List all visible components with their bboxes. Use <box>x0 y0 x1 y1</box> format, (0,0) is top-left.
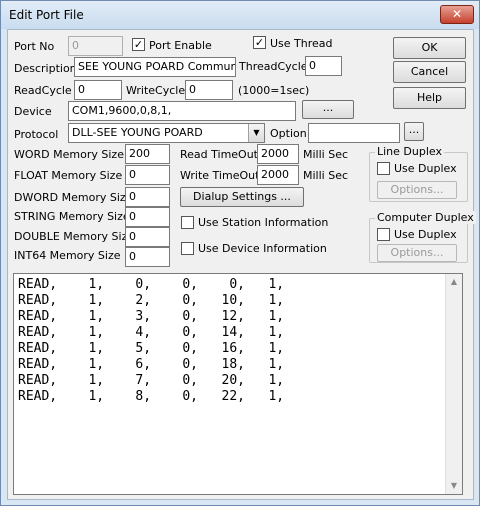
device-browse-button[interactable]: ... <box>302 100 354 119</box>
int64-memory-field[interactable]: 0 <box>125 247 170 267</box>
edit-port-file-dialog: Edit Port File ✕ Port No 0 ✓ Port Enable… <box>0 0 480 506</box>
protocol-combo[interactable]: DLL-SEE YOUNG POARD ▼ <box>68 123 265 143</box>
window-title: Edit Port File <box>9 8 84 22</box>
thread-cycle-label: ThreadCycle <box>239 60 308 73</box>
string-memory-label: STRING Memory Size <box>14 210 130 223</box>
help-button[interactable]: Help <box>393 87 466 109</box>
use-thread-checkbox[interactable]: ✓ <box>253 36 266 49</box>
use-thread-label: Use Thread <box>270 37 333 50</box>
port-no-field[interactable]: 0 <box>68 36 123 56</box>
line-duplex-checkbox[interactable] <box>377 162 390 175</box>
use-device-info-label: Use Device Information <box>198 242 327 255</box>
read-cycle-label: ReadCycle <box>14 84 72 97</box>
log-line: READ, 1, 0, 0, 0, 1, <box>18 277 285 292</box>
dialog-body: Port No 0 ✓ Port Enable ✓ Use Thread Des… <box>7 29 476 500</box>
computer-duplex-group: Computer Duplex Use Duplex Options... <box>369 211 476 263</box>
option-browse-button[interactable]: ... <box>404 122 424 141</box>
log-line: READ, 1, 7, 0, 20, 1, <box>18 373 285 388</box>
line-duplex-check-label: Use Duplex <box>394 162 457 175</box>
log-line: READ, 1, 3, 0, 12, 1, <box>18 309 285 324</box>
line-duplex-title: Line Duplex <box>375 145 444 158</box>
double-memory-label: DOUBLE Memory Size <box>14 230 135 243</box>
close-button[interactable]: ✕ <box>440 5 474 24</box>
chevron-down-icon[interactable]: ▼ <box>248 124 264 142</box>
description-label: Description <box>14 62 77 75</box>
read-timeout-unit: Milli Sec <box>303 148 349 161</box>
log-lines: READ, 1, 0, 0, 0, 1, READ, 1, 2, 0, 10, … <box>18 277 443 405</box>
read-timeout-label: Read TimeOut <box>180 148 258 161</box>
write-cycle-field[interactable]: 0 <box>185 80 233 100</box>
line-duplex-options-button[interactable]: Options... <box>377 181 457 199</box>
string-memory-field[interactable]: 0 <box>125 207 170 227</box>
write-timeout-field[interactable]: 2000 <box>257 165 299 185</box>
log-scrollbar[interactable]: ▲ ▼ <box>445 274 462 494</box>
port-enable-label: Port Enable <box>149 39 212 52</box>
read-timeout-field[interactable]: 2000 <box>257 144 299 164</box>
int64-memory-label: INT64 Memory Size <box>14 249 121 262</box>
protocol-value: DLL-SEE YOUNG POARD <box>72 126 203 139</box>
log-line: READ, 1, 5, 0, 16, 1, <box>18 341 285 356</box>
dword-memory-field[interactable]: 0 <box>125 187 170 207</box>
option-label: Option <box>270 127 307 140</box>
scroll-down-icon[interactable]: ▼ <box>446 478 462 494</box>
protocol-label: Protocol <box>14 128 59 141</box>
title-bar: Edit Port File ✕ <box>1 1 479 29</box>
thread-cycle-field[interactable]: 0 <box>305 56 342 76</box>
write-timeout-unit: Milli Sec <box>303 169 349 182</box>
use-station-info-checkbox[interactable] <box>181 216 194 229</box>
cycle-note: (1000=1sec) <box>238 84 310 97</box>
option-field[interactable] <box>308 123 400 143</box>
command-log-textarea[interactable]: READ, 1, 0, 0, 0, 1, READ, 1, 2, 0, 10, … <box>13 273 463 495</box>
log-line: READ, 1, 2, 0, 10, 1, <box>18 293 285 308</box>
word-memory-label: WORD Memory Size <box>14 148 124 161</box>
read-cycle-field[interactable]: 0 <box>74 80 122 100</box>
computer-duplex-check-label: Use Duplex <box>394 228 457 241</box>
use-device-info-checkbox[interactable] <box>181 242 194 255</box>
port-no-label: Port No <box>14 40 55 53</box>
write-timeout-label: Write TimeOut <box>180 169 260 182</box>
dialup-settings-button[interactable]: Dialup Settings ... <box>180 187 304 207</box>
log-line: READ, 1, 4, 0, 14, 1, <box>18 325 285 340</box>
computer-duplex-checkbox[interactable] <box>377 228 390 241</box>
device-label: Device <box>14 105 52 118</box>
port-enable-checkbox[interactable]: ✓ <box>132 38 145 51</box>
line-duplex-group: Line Duplex Use Duplex Options... <box>369 145 468 202</box>
use-station-info-label: Use Station Information <box>198 216 329 229</box>
double-memory-field[interactable]: 0 <box>125 227 170 247</box>
word-memory-field[interactable]: 200 <box>125 144 170 164</box>
float-memory-field[interactable]: 0 <box>125 165 170 185</box>
write-cycle-label: WriteCycle <box>126 84 186 97</box>
computer-duplex-title: Computer Duplex <box>375 211 476 224</box>
cancel-button[interactable]: Cancel <box>393 61 466 83</box>
description-field[interactable]: SEE YOUNG POARD Communicat <box>74 57 236 77</box>
log-line: READ, 1, 8, 0, 22, 1, <box>18 389 285 404</box>
scroll-up-icon[interactable]: ▲ <box>446 274 462 290</box>
dword-memory-label: DWORD Memory Size <box>14 191 133 204</box>
log-line: READ, 1, 6, 0, 18, 1, <box>18 357 285 372</box>
device-field[interactable]: COM1,9600,0,8,1, <box>68 101 296 121</box>
computer-duplex-options-button[interactable]: Options... <box>377 244 457 262</box>
ok-button[interactable]: OK <box>393 37 466 59</box>
float-memory-label: FLOAT Memory Size <box>14 169 123 182</box>
